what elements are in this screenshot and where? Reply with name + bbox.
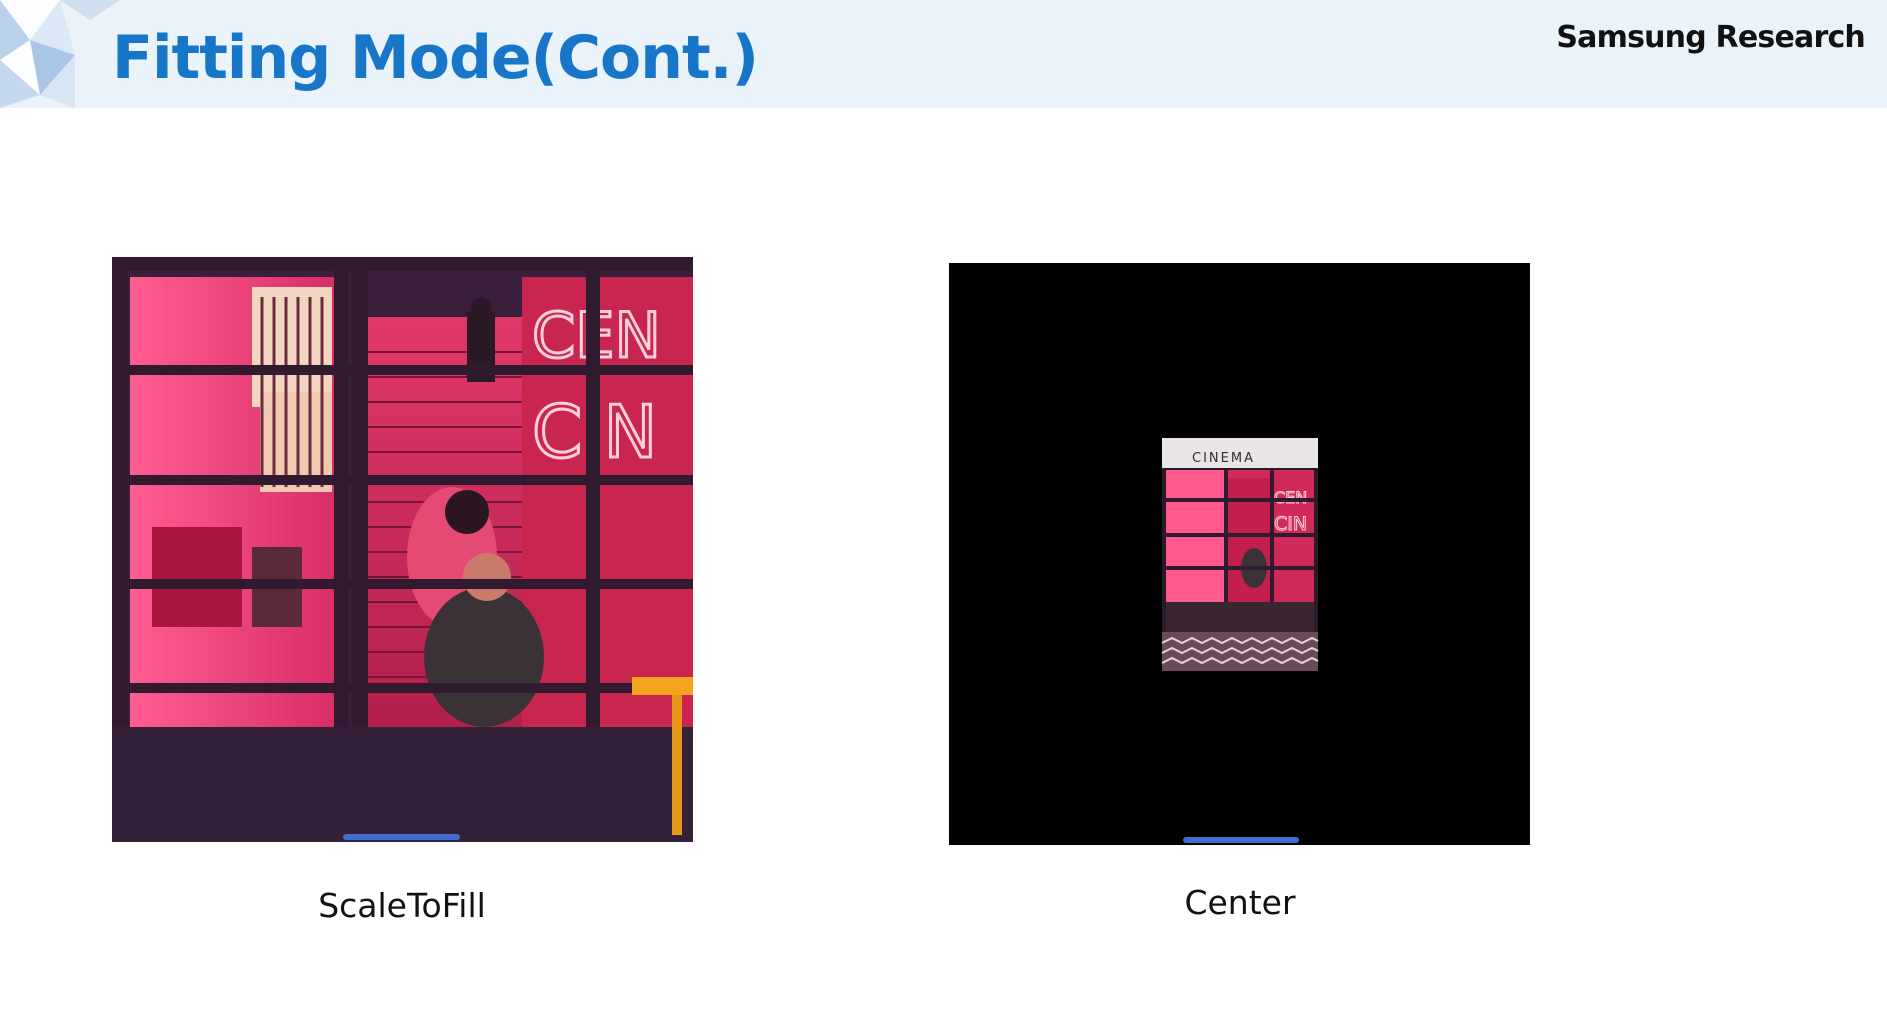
- triangle-pattern-decoration: [0, 0, 120, 108]
- video-progress-bar[interactable]: [1183, 837, 1299, 843]
- cinema-neon-photo-small: CINEMA CEN CIN: [949, 263, 1530, 845]
- scale-to-fill-caption: ScaleToFill: [318, 886, 486, 925]
- neon-sign-text-small-2: CIN: [1274, 513, 1307, 535]
- slide: Fitting Mode(Cont.) Samsung Research Sca…: [0, 0, 1887, 1021]
- video-progress-bar[interactable]: [343, 834, 460, 840]
- center-preview: CINEMA CEN CIN: [949, 263, 1530, 845]
- scale-to-fill-preview: CEN CIN: [112, 257, 693, 842]
- brand-logo-text: Samsung Research: [1556, 20, 1865, 55]
- center-caption: Center: [1184, 883, 1296, 922]
- cinema-neon-photo: CEN CIN: [112, 257, 693, 842]
- slide-title: Fitting Mode(Cont.): [112, 23, 759, 93]
- neon-sign-text-small: CEN: [1274, 488, 1307, 507]
- cinema-marquee-text: CINEMA: [1192, 451, 1255, 466]
